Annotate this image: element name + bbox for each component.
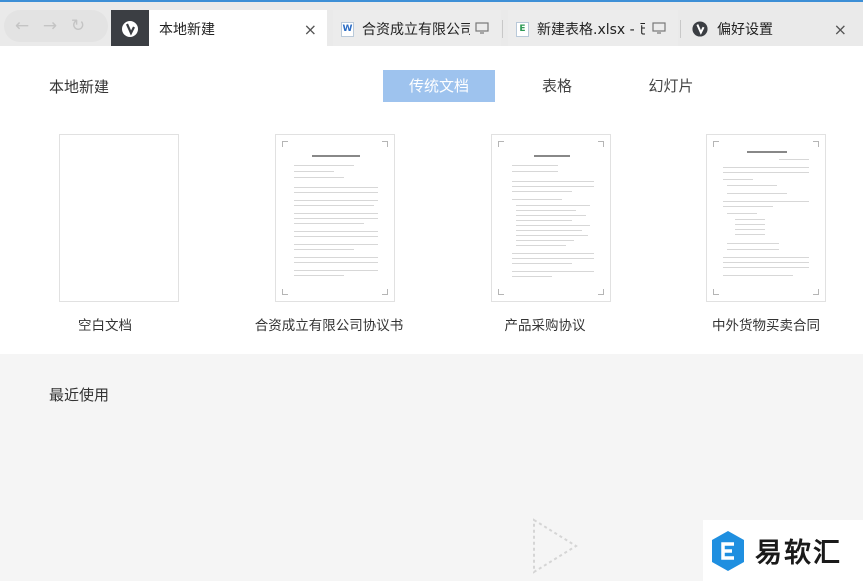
template-thumbnail[interactable] (59, 134, 179, 302)
watermark-logo-icon (712, 530, 744, 571)
local-new-panel: 本地新建 传统文档 表格 幻灯片 空白文档 合资成立有限公司协议书 产品采购协议… (0, 46, 863, 354)
section-title-local-new: 本地新建 (49, 78, 110, 96)
watermark-text: 易软汇 (755, 538, 842, 569)
watermark: 易软汇 (703, 520, 863, 581)
tab-separator (502, 20, 503, 38)
tab-title: 新建表格.xlsx - 已保 (537, 22, 645, 38)
template-label: 中外货物买卖合同 (712, 318, 820, 334)
tab-local-new[interactable]: 本地新建 × (111, 10, 327, 48)
template-label: 空白文档 (78, 318, 132, 334)
tab-slides-type[interactable]: 幻灯片 (615, 70, 727, 102)
template-label: 合资成立有限公司协议书 (254, 318, 404, 334)
tab-preferences[interactable]: 偏好设置 × (684, 10, 863, 48)
tab-title: 本地新建 (159, 22, 215, 38)
tab-traditional-doc[interactable]: 传统文档 (383, 70, 495, 102)
back-icon[interactable]: ← (12, 16, 32, 36)
tab-doc-agreement[interactable]: W 合资成立有限公司协 (333, 10, 501, 48)
app-logo-icon (111, 10, 149, 48)
template-thumbnail[interactable] (706, 134, 826, 302)
template-label: 产品采购协议 (504, 318, 586, 334)
empty-state-icon (533, 518, 578, 574)
template-thumbnail[interactable] (275, 134, 395, 302)
refresh-icon[interactable]: ↻ (68, 16, 88, 36)
close-icon[interactable]: × (304, 20, 317, 39)
tab-spreadsheet[interactable]: E 新建表格.xlsx - 已保 (508, 10, 678, 48)
tab-spreadsheet-type[interactable]: 表格 (501, 70, 613, 102)
word-file-icon: W (341, 21, 354, 37)
template-thumbnail[interactable] (491, 134, 611, 302)
close-icon[interactable]: × (834, 20, 847, 39)
tab-bar: ← → ↻ 本地新建 × W 合资成立有限公司协 E 新建表格.xlsx - 已… (0, 0, 863, 48)
app-logo-icon (692, 21, 708, 37)
forward-icon[interactable]: → (40, 16, 60, 36)
excel-file-icon: E (516, 21, 529, 37)
tab-title: 合资成立有限公司协 (362, 22, 470, 38)
monitor-icon (475, 22, 489, 34)
monitor-icon (652, 22, 666, 34)
section-title-recent: 最近使用 (49, 386, 110, 404)
nav-buttons: ← → ↻ (4, 10, 108, 42)
tab-separator (680, 20, 681, 38)
